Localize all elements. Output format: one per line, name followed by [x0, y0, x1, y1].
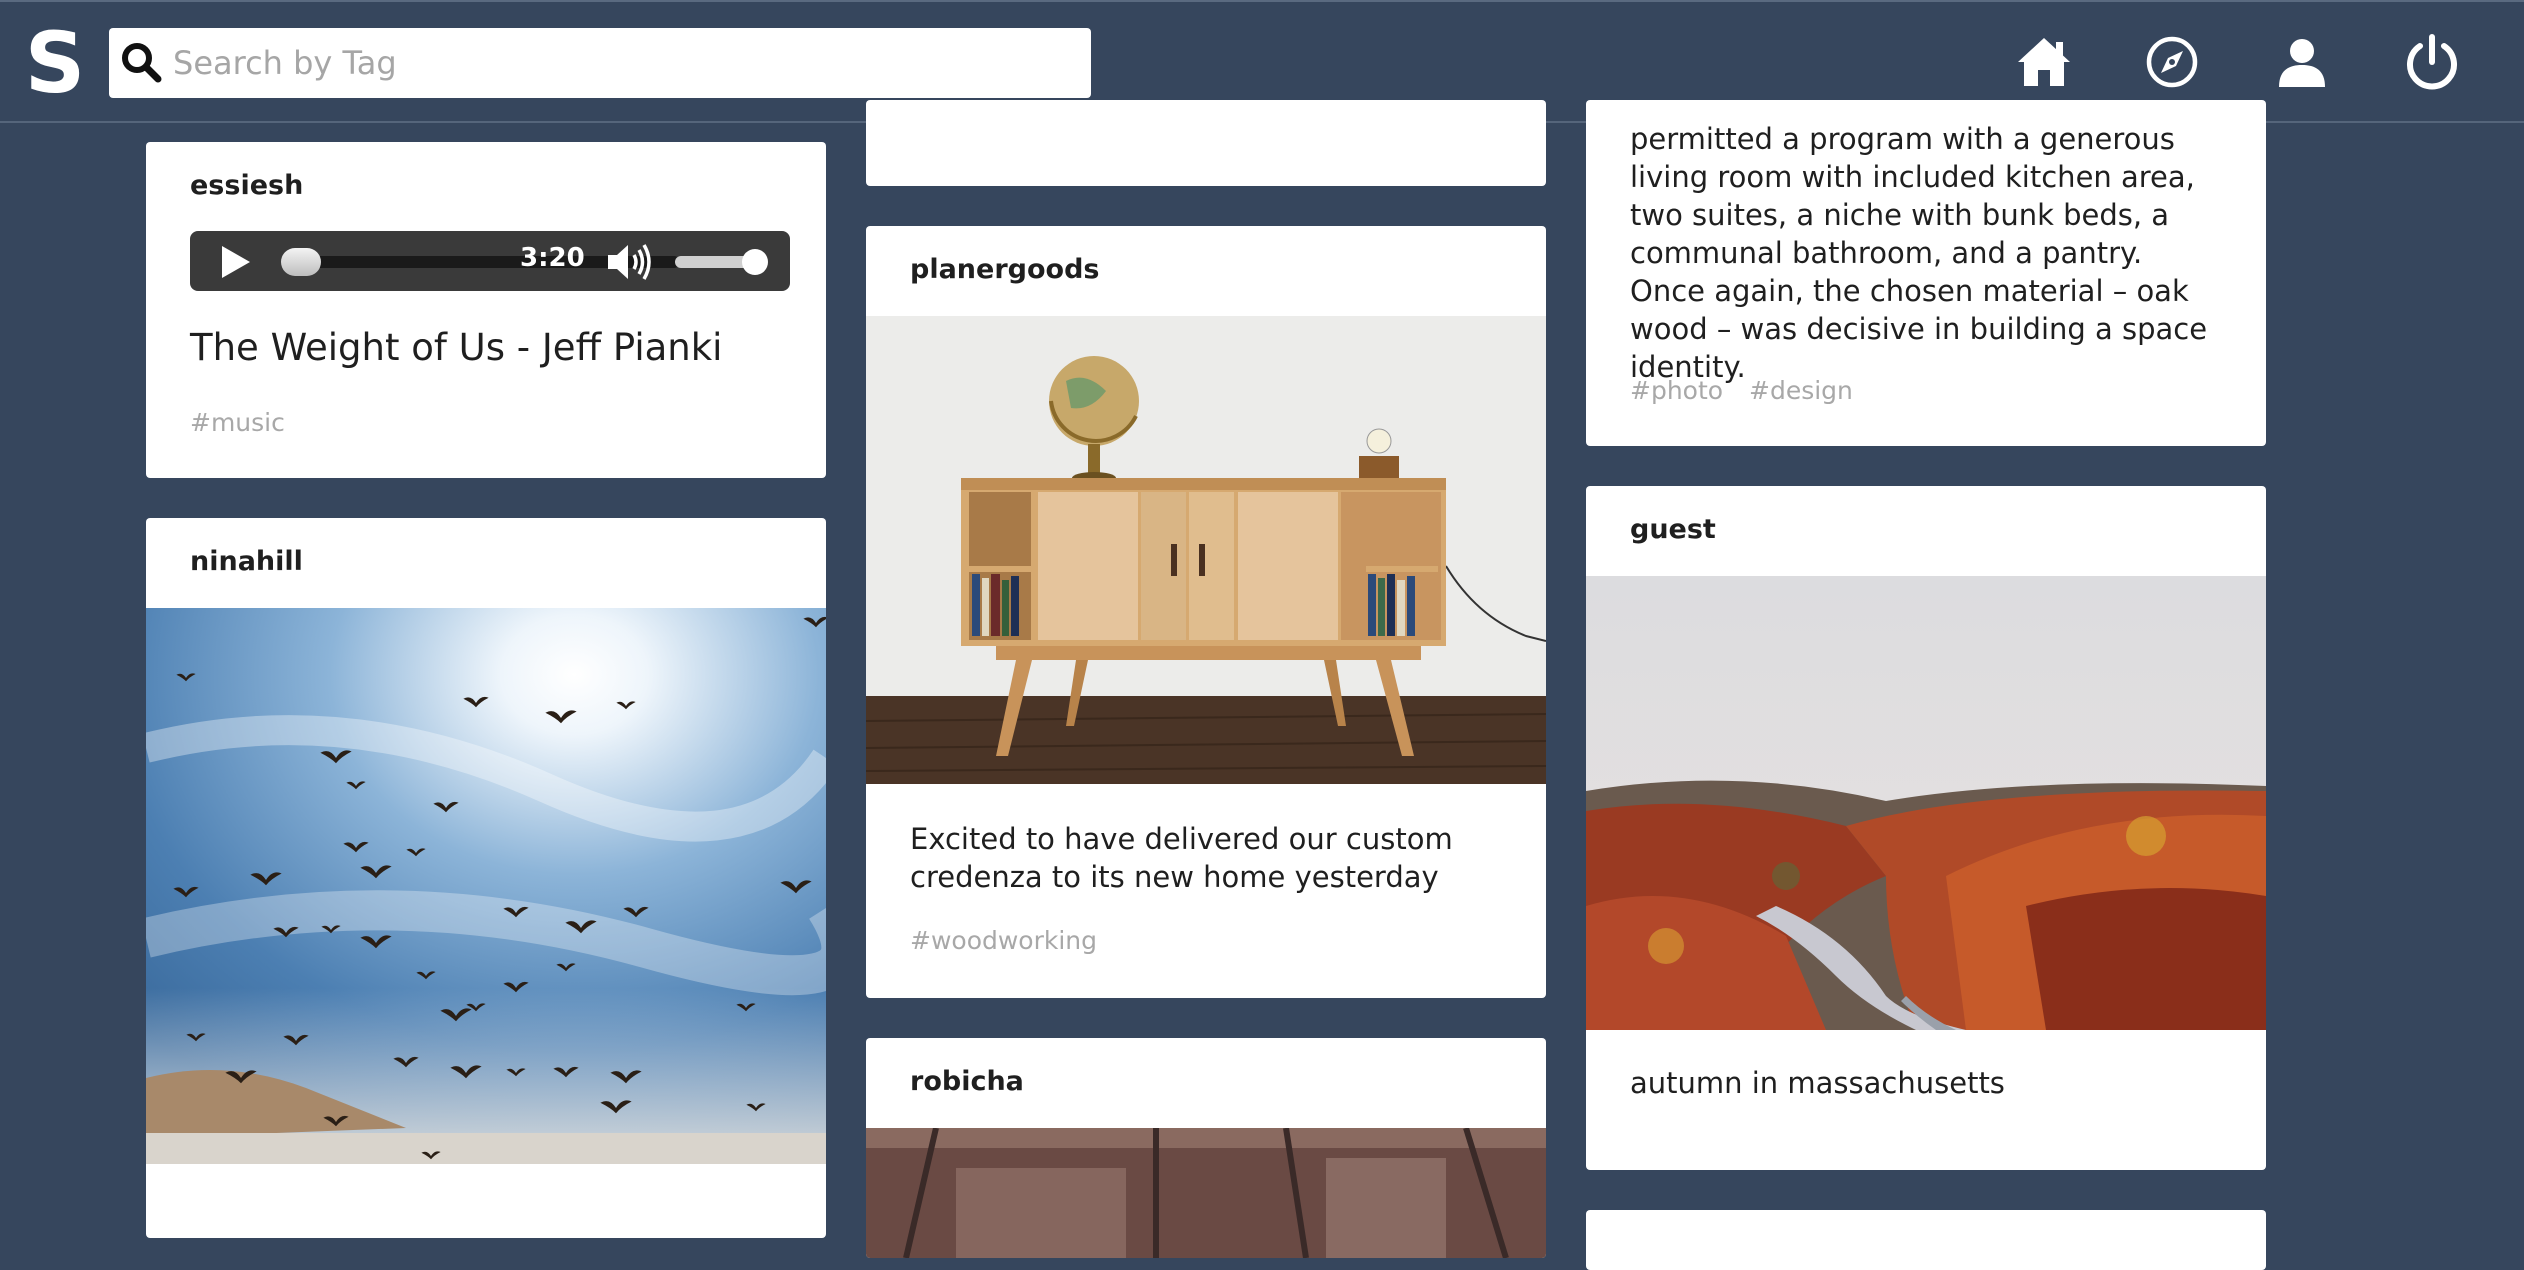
autumn-photo: [1586, 576, 2266, 1030]
post-caption: autumn in massachusetts: [1630, 1066, 2005, 1100]
volume-icon[interactable]: [605, 242, 655, 282]
post-username[interactable]: ninahill: [190, 546, 303, 577]
user-icon[interactable]: [2272, 32, 2332, 92]
partial-post-card: [866, 100, 1546, 186]
audio-player: 3:20: [190, 231, 790, 291]
power-icon[interactable]: [2402, 32, 2462, 92]
partial-post-card: [1586, 1210, 2266, 1270]
post-tags: #photo #design: [1630, 376, 1871, 405]
post-image[interactable]: [146, 608, 826, 1164]
tag-link[interactable]: #photo: [1630, 376, 1723, 405]
post-image[interactable]: [866, 1128, 1546, 1258]
tag-link[interactable]: #woodworking: [910, 926, 1097, 955]
search-bar[interactable]: [109, 28, 1091, 98]
text-post-card: permitted a program with a generous livi…: [1586, 100, 2266, 446]
audio-title: The Weight of Us - Jeff Pianki: [190, 326, 723, 369]
audio-post-card: essiesh 3:20 The Weight of Us - Jeff Pia…: [146, 142, 826, 478]
photo-post-card: ninahill: [146, 518, 826, 1238]
post-username[interactable]: planergoods: [910, 254, 1099, 285]
tag-link[interactable]: #design: [1749, 376, 1853, 405]
train-photo: [866, 1128, 1546, 1258]
audio-time: 3:20: [520, 243, 585, 273]
tag-link[interactable]: #music: [190, 408, 285, 437]
credenza-photo: [866, 316, 1546, 784]
search-input[interactable]: [173, 38, 1073, 88]
photo-post-card: robicha: [866, 1038, 1546, 1258]
post-caption: permitted a program with a generous livi…: [1630, 122, 2208, 384]
seek-handle[interactable]: [281, 248, 321, 276]
volume-handle[interactable]: [742, 249, 768, 275]
post-username[interactable]: guest: [1630, 514, 1716, 545]
play-icon[interactable]: [218, 244, 254, 280]
post-username[interactable]: robicha: [910, 1066, 1024, 1097]
post-tags: #woodworking: [910, 926, 1115, 955]
birds-photo: [146, 608, 826, 1164]
post-image[interactable]: [866, 316, 1546, 784]
post-username[interactable]: essiesh: [190, 170, 303, 201]
compass-icon[interactable]: [2142, 32, 2202, 92]
photo-post-card: planergoods Excited to have delivered ou…: [866, 226, 1546, 998]
search-icon: [122, 43, 162, 83]
home-icon[interactable]: [2014, 32, 2074, 92]
post-tags: #music: [190, 408, 303, 437]
volume-slider[interactable]: [675, 249, 768, 275]
post-image[interactable]: [1586, 576, 2266, 1030]
post-caption: Excited to have delivered our custom cre…: [910, 822, 1453, 894]
app-logo[interactable]: S: [24, 21, 86, 105]
photo-post-card: guest autumn in massachusetts: [1586, 486, 2266, 1170]
